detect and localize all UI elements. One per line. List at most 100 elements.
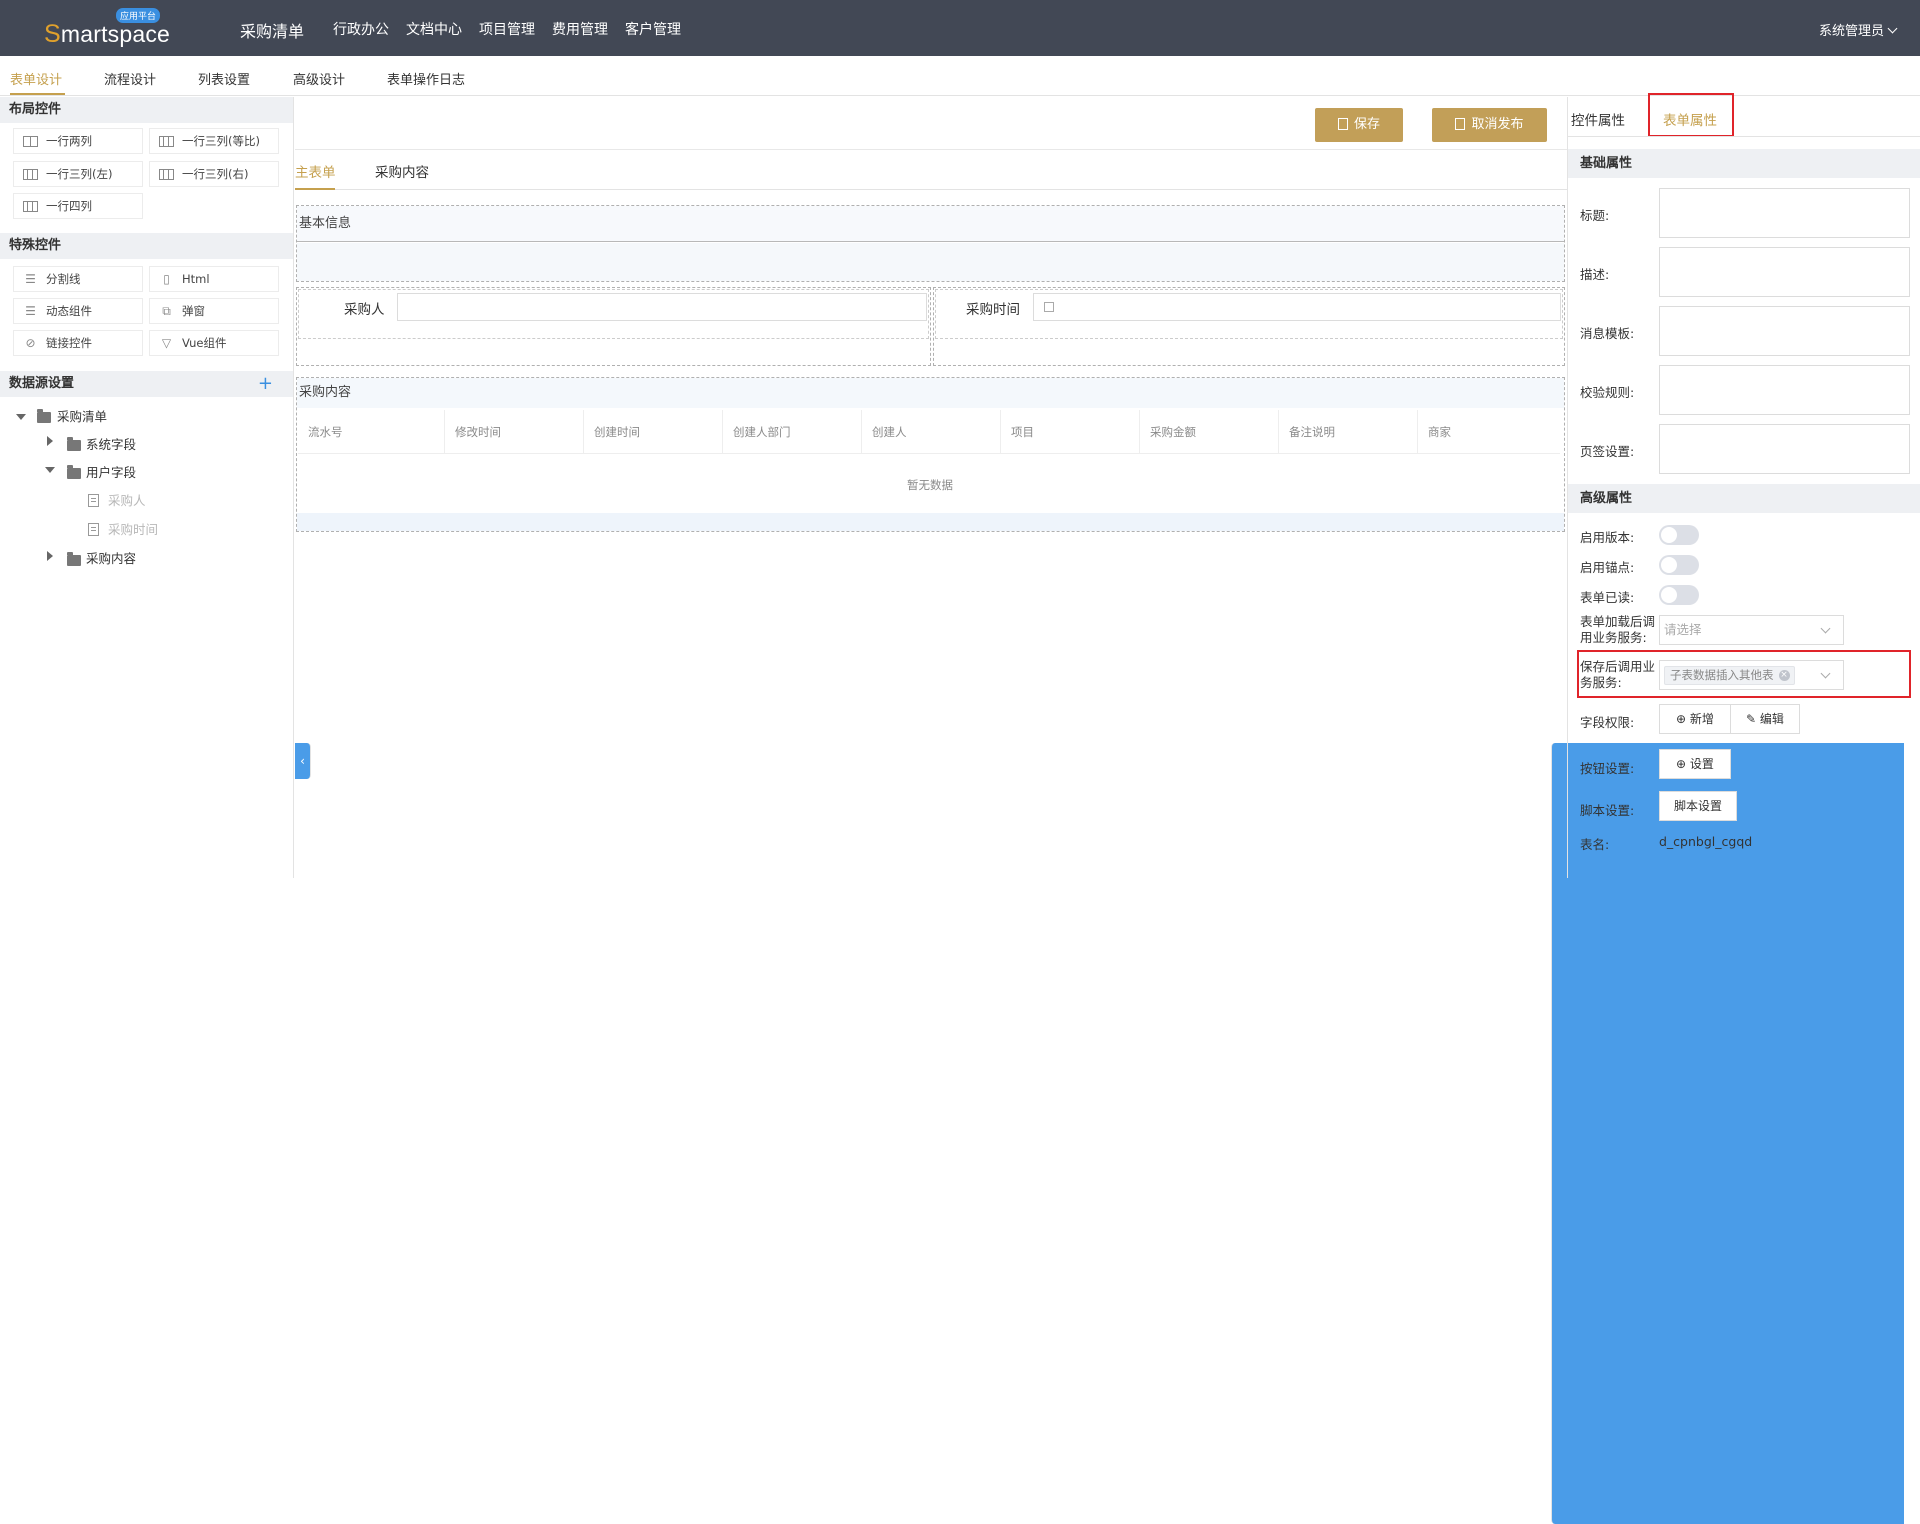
highlight-save-service: [1577, 650, 1911, 698]
add-permission-button[interactable]: ⊕ 新增: [1659, 704, 1731, 734]
tree-system-fields[interactable]: 系统字段: [86, 435, 136, 455]
nav-item-projects[interactable]: 项目管理: [479, 19, 535, 39]
column-header[interactable]: 创建时间: [584, 410, 723, 454]
message-template-input[interactable]: [1659, 306, 1910, 356]
tab-purchase-content[interactable]: 采购内容: [375, 161, 429, 181]
control-two-columns[interactable]: 一行两列: [13, 128, 143, 154]
edit-icon: ✎: [1746, 712, 1760, 726]
divider: [295, 189, 1567, 190]
tab-settings-input[interactable]: [1659, 424, 1910, 474]
folder-icon: [67, 437, 81, 451]
button-settings-label: 按钮设置:: [1580, 761, 1635, 776]
special-controls: ☰ 分割线 ▯ Html ☰ 动态组件 ⧉ 弹窗 ⊘ 链接控件 ▽ Vue组件: [0, 259, 293, 371]
tab-control-properties[interactable]: 控件属性: [1571, 109, 1625, 129]
form-read-toggle[interactable]: [1659, 585, 1699, 605]
enable-version-toggle[interactable]: [1659, 525, 1699, 545]
column-header[interactable]: 项目: [1001, 410, 1140, 454]
control-popup[interactable]: ⧉ 弹窗: [149, 298, 279, 324]
column-header[interactable]: 备注说明: [1279, 410, 1418, 454]
collapse-left-panel-icon[interactable]: ‹: [295, 743, 311, 779]
control-four-columns[interactable]: 一行四列: [13, 193, 143, 219]
tab-main-form[interactable]: 主表单: [295, 161, 336, 181]
popup-icon: ⧉: [162, 304, 171, 318]
script-settings-label: 脚本设置:: [1580, 803, 1635, 818]
dynamic-icon: ☰: [25, 304, 36, 318]
group-basic-info-body: [297, 243, 1564, 281]
validation-rules-input[interactable]: [1659, 365, 1910, 415]
tab-form-design[interactable]: 表单设计: [10, 69, 62, 88]
control-link[interactable]: ⊘ 链接控件: [13, 330, 143, 356]
columns-icon: [23, 201, 38, 212]
tab-form-log[interactable]: 表单操作日志: [387, 69, 465, 88]
control-three-columns-left[interactable]: 一行三列(左): [13, 161, 143, 187]
field-icon: [88, 523, 99, 536]
columns-icon: [159, 136, 174, 147]
enable-version-label: 启用版本:: [1580, 530, 1635, 545]
divider-icon: ☰: [25, 272, 36, 286]
edit-permission-button[interactable]: ✎ 编辑: [1730, 704, 1800, 734]
enable-anchor-toggle[interactable]: [1659, 555, 1699, 575]
tree-root[interactable]: 采购清单: [57, 407, 107, 427]
tab-list-settings[interactable]: 列表设置: [198, 69, 250, 88]
description-input[interactable]: [1659, 247, 1910, 297]
tree-field-time[interactable]: 采购时间: [108, 520, 158, 540]
layout-controls-header: 布局控件: [0, 97, 293, 123]
folder-icon: [67, 552, 81, 566]
columns-icon: [159, 169, 174, 180]
special-controls-header: 特殊控件: [0, 233, 293, 259]
caret-down-icon[interactable]: [16, 414, 26, 420]
chevron-down-icon: [1887, 23, 1898, 34]
tab-settings-label: 页签设置:: [1580, 444, 1635, 459]
layout-controls: 一行两列 一行三列(等比) 一行三列(左) 一行三列(右) 一行四列: [0, 123, 293, 233]
button-settings-button[interactable]: ⊕ 设置: [1659, 749, 1731, 779]
nav-item-customers[interactable]: 客户管理: [625, 19, 681, 39]
control-three-columns-equal[interactable]: 一行三列(等比): [149, 128, 279, 154]
title-label: 标题:: [1580, 208, 1610, 223]
tab-advanced-design[interactable]: 高级设计: [293, 69, 345, 88]
tree-purchase-content[interactable]: 采购内容: [86, 549, 136, 569]
control-dynamic[interactable]: ☰ 动态组件: [13, 298, 143, 324]
folder-icon: [37, 409, 51, 423]
column-header[interactable]: 采购金额: [1140, 410, 1279, 454]
title-input[interactable]: [1659, 188, 1910, 238]
table-name-value: d_cpnbgl_cgqd: [1659, 834, 1753, 849]
user-menu[interactable]: 系统管理员: [1819, 20, 1898, 39]
nav-item-documents[interactable]: 文档中心: [406, 19, 462, 39]
save-button[interactable]: 保存: [1315, 108, 1403, 142]
buyer-input[interactable]: [397, 293, 927, 321]
control-three-columns-right[interactable]: 一行三列(右): [149, 161, 279, 187]
folder-icon: [67, 465, 81, 479]
columns-icon: [23, 169, 38, 180]
logo-badge: 应用平台: [116, 8, 161, 23]
logo[interactable]: Smartspace 应用平台: [44, 8, 170, 48]
caret-down-icon[interactable]: [45, 467, 55, 473]
add-datasource-icon[interactable]: +: [258, 371, 273, 397]
control-html[interactable]: ▯ Html: [149, 266, 279, 292]
column-header[interactable]: 修改时间: [445, 410, 584, 454]
app-title: 采购清单: [240, 22, 305, 41]
tree-field-buyer[interactable]: 采购人: [108, 491, 146, 511]
time-label: 采购时间: [966, 302, 1020, 318]
unpublish-button[interactable]: 取消发布: [1432, 108, 1547, 142]
script-settings-button[interactable]: 脚本设置: [1659, 791, 1737, 821]
control-vue[interactable]: ▽ Vue组件: [149, 330, 279, 356]
column-header[interactable]: 创建人: [862, 410, 1001, 454]
caret-right-icon[interactable]: [47, 436, 53, 446]
chevron-down-icon: [1820, 623, 1831, 634]
tree-user-fields[interactable]: 用户字段: [86, 463, 136, 483]
column-header[interactable]: 创建人部门: [723, 410, 862, 454]
column-header[interactable]: 商家: [1418, 410, 1560, 454]
time-input[interactable]: [1033, 293, 1561, 321]
nav-item-expenses[interactable]: 费用管理: [552, 19, 608, 39]
main-nav: 行政办公 文档中心 项目管理 费用管理 客户管理: [333, 19, 698, 39]
load-service-select[interactable]: 请选择: [1659, 615, 1844, 645]
nav-item-admin[interactable]: 行政办公: [333, 19, 389, 39]
tab-flow-design[interactable]: 流程设计: [104, 69, 156, 88]
control-divider[interactable]: ☰ 分割线: [13, 266, 143, 292]
column-header[interactable]: 流水号: [298, 410, 445, 454]
link-icon: ⊘: [25, 336, 36, 350]
caret-right-icon[interactable]: [47, 551, 53, 561]
form-read-label: 表单已读:: [1580, 590, 1635, 605]
document-icon: [1455, 118, 1466, 130]
form-canvas: 保存 取消发布 主表单 采购内容 基本信息 采购人 采购时间 采购内容 流水号 …: [295, 97, 1904, 1524]
